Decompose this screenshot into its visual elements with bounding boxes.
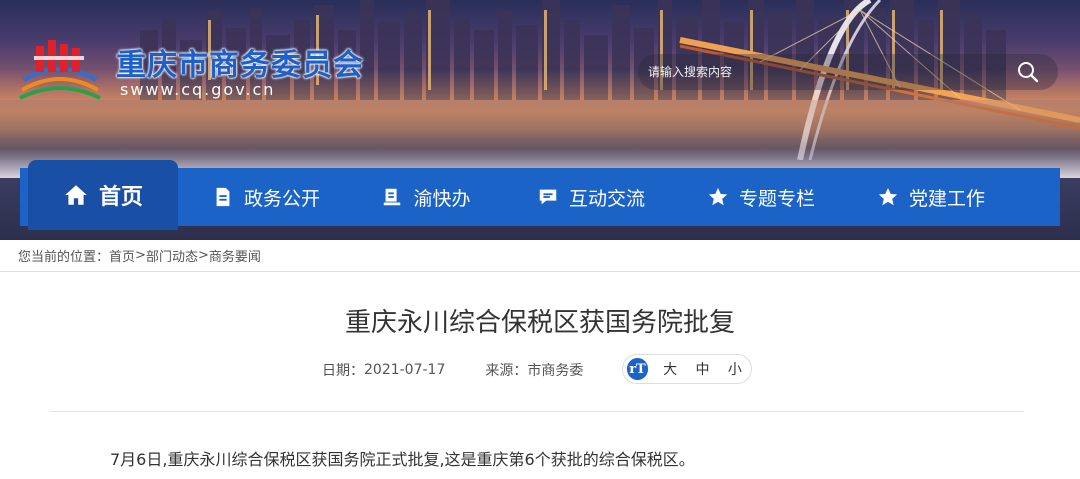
star-icon xyxy=(708,187,728,206)
breadcrumb-link-department-news[interactable]: 部门动态 xyxy=(146,246,198,265)
nav-item-label: 互动交流 xyxy=(568,187,645,210)
breadcrumb-link-commerce-news[interactable]: 商务要闻 xyxy=(209,246,261,265)
site-title: 重庆市商务委员会 xyxy=(116,48,364,83)
nav-item-home[interactable]: 首页 xyxy=(28,160,178,230)
divider xyxy=(50,411,1024,412)
nav-item-label: 渝快办 xyxy=(413,187,471,210)
font-size-medium-button[interactable]: 中 xyxy=(686,359,718,379)
nav-item-party-building[interactable]: 党建工作 xyxy=(846,168,1016,226)
font-size-icon: rT xyxy=(627,358,648,380)
article-title: 重庆永川综合保税区获国务院批复 xyxy=(344,308,735,338)
chat-icon xyxy=(539,189,557,205)
main-nav: 首页 政务公开 渝快办 互动交流 专题专栏 党建工作 xyxy=(20,160,1060,230)
document-icon xyxy=(216,187,230,207)
article-source: 市商务委 xyxy=(527,363,584,379)
nav-item-interaction[interactable]: 互动交流 xyxy=(506,168,676,226)
home-icon xyxy=(65,185,87,205)
breadcrumb: 您当前的位置： 首页 > 部门动态 > 商务要闻 xyxy=(0,240,1080,272)
search-box xyxy=(638,54,1058,90)
font-size-large-button[interactable]: 大 xyxy=(654,359,686,379)
font-size-small-button[interactable]: 小 xyxy=(719,359,751,379)
nav-item-label: 专题专栏 xyxy=(738,187,815,210)
breadcrumb-prefix: 您当前的位置： xyxy=(18,250,110,265)
breadcrumb-link-home[interactable]: 首页 xyxy=(109,246,135,265)
nav-item-label: 党建工作 xyxy=(908,187,985,210)
article-meta: 日期： 2021-07-17 来源： 市商务委 xyxy=(322,358,583,382)
font-size-control: rT 大 中 小 xyxy=(622,354,752,384)
source-label: 来源： xyxy=(485,363,528,379)
logo-emblem-icon xyxy=(19,40,101,100)
nav-item-yukuaiban[interactable]: 渝快办 xyxy=(346,168,506,226)
breadcrumb-separator: > xyxy=(135,248,146,263)
article-body-paragraph: 7月6日,重庆永川综合保税区获国务院正式批复,这是重庆第6个获批的综合保税区。 xyxy=(110,450,695,469)
date-label: 日期： xyxy=(322,363,364,379)
nav-item-label: 政务公开 xyxy=(243,187,320,210)
nav-item-label: 首页 xyxy=(98,185,143,210)
nav-item-special-topics[interactable]: 专题专栏 xyxy=(676,168,846,226)
nav-item-government-affairs[interactable]: 政务公开 xyxy=(186,168,346,226)
office-icon xyxy=(384,188,401,206)
star-icon xyxy=(878,187,898,206)
article-date: 2021-07-17 xyxy=(364,362,446,378)
search-icon[interactable] xyxy=(1016,60,1040,84)
breadcrumb-separator: > xyxy=(197,248,209,263)
site-domain: swww.cq.gov.cn xyxy=(120,80,276,99)
search-input[interactable] xyxy=(648,62,1008,82)
